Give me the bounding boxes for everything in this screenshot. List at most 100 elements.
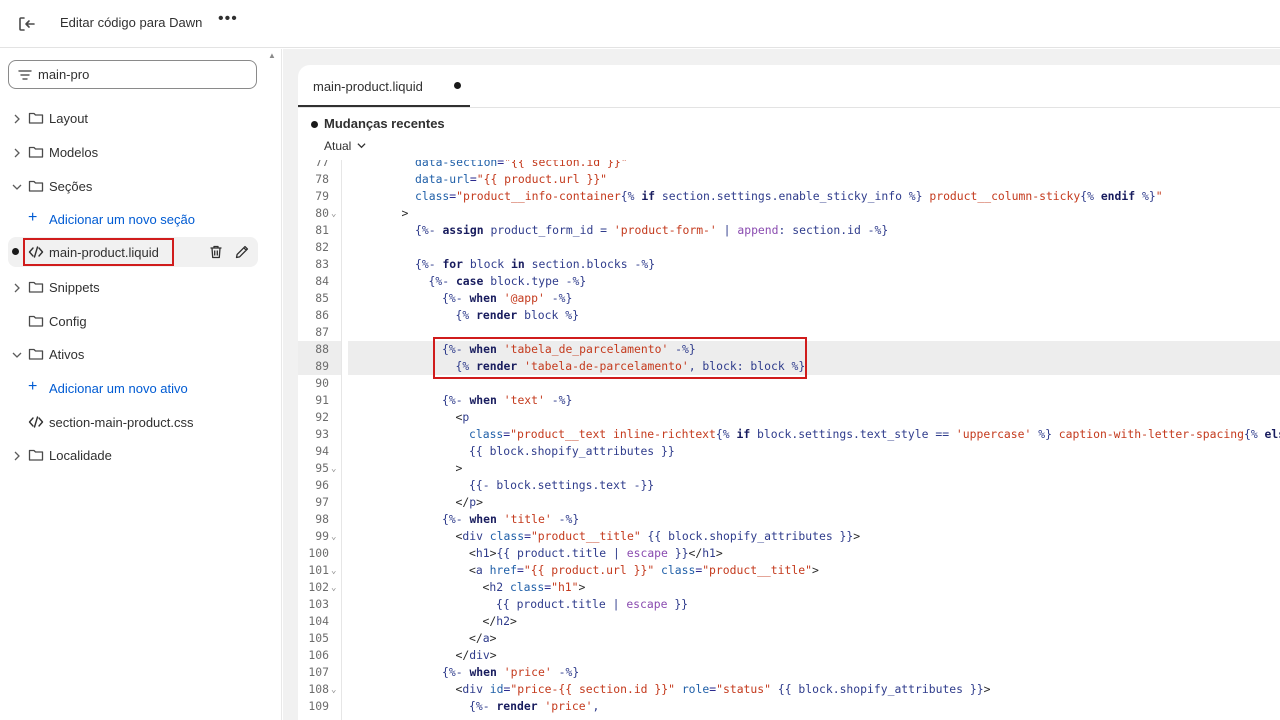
code-text: <p [455, 410, 470, 424]
folder-modelos[interactable]: Modelos [8, 137, 258, 167]
tab-label: main-product.liquid [313, 79, 423, 94]
code-line[interactable]: 109 {%- render 'price', [298, 698, 1280, 715]
code-line[interactable]: 105 </a> [298, 630, 1280, 647]
folder-label: Ativos [49, 347, 85, 362]
folder-layout[interactable]: Layout [8, 103, 258, 133]
code-text: <h2 class="h1"> [482, 580, 586, 594]
recent-changes-title: Mudanças recentes [324, 116, 445, 131]
fold-chevron-icon[interactable]: ⌄ [331, 682, 336, 699]
code-line[interactable]: 101 ⌄ <a href="{{ product.url }}" class="p… [298, 562, 1280, 579]
add-new-section-link[interactable]: + Adicionar um novo seção [8, 204, 258, 234]
code-text: <a href="{{ product.url }}" class="produ… [469, 563, 819, 577]
code-line[interactable]: 108 ⌄ <div id="price-{{ section.id }}" rol… [298, 681, 1280, 698]
line-number: 108 [308, 682, 329, 696]
scroll-up-arrow-icon[interactable]: ▲ [268, 51, 276, 60]
code-text: {%- when 'price' -%} [442, 665, 580, 679]
code-line[interactable]: 91 {%- when 'text' -%} [298, 392, 1280, 409]
code-line[interactable]: 99 ⌄ <div class="product__title" {{ block.… [298, 528, 1280, 545]
code-line[interactable]: 93 class="product__text inline-richtext{%… [298, 426, 1280, 443]
code-text: {%- when 'text' -%} [442, 393, 573, 407]
fold-chevron-icon[interactable]: ⌄ [331, 563, 336, 580]
code-line[interactable]: 100 <h1>{{ product.title | escape }}</h1> [298, 545, 1280, 562]
code-line[interactable]: 102 ⌄ <h2 class="h1"> [298, 579, 1280, 596]
tab-divider [298, 107, 1280, 108]
line-number: 91 [315, 393, 329, 407]
code-line[interactable]: 77 data-section="{{ section.id }}" [298, 160, 1280, 171]
highlight-annotation-box [23, 238, 174, 266]
version-select[interactable]: Atual [324, 139, 366, 153]
plus-icon: + [28, 378, 38, 395]
line-number: 99 [315, 529, 329, 543]
folder-ativos[interactable]: Ativos [8, 339, 258, 369]
file-search-input[interactable] [38, 64, 248, 85]
code-line[interactable]: 97 </p> [298, 494, 1280, 511]
file-label: section-main-product.css [49, 415, 194, 430]
plus-icon: + [28, 209, 38, 226]
add-section-label: Adicionar um novo seção [49, 212, 195, 227]
folder-localidade[interactable]: Localidade [8, 440, 258, 470]
code-text: </div> [455, 648, 497, 662]
tab-main-product-liquid[interactable]: main-product.liquid [298, 65, 470, 107]
code-line[interactable]: 106 </div> [298, 647, 1280, 664]
line-number: 89 [298, 358, 341, 375]
code-text: {%- case block.type -%} [428, 274, 587, 288]
code-line[interactable]: 82 [298, 239, 1280, 256]
fold-chevron-icon[interactable]: ⌄ [331, 580, 336, 597]
code-editor[interactable]: 77 data-section="{{ section.id }}" 78 data-… [298, 160, 1280, 720]
fold-chevron-icon[interactable]: ⌄ [331, 529, 336, 546]
code-line[interactable]: 80 ⌄ > [298, 205, 1280, 222]
fold-chevron-icon[interactable]: ⌄ [331, 206, 336, 223]
code-line[interactable]: 79 class="product__info-container{% if se… [298, 188, 1280, 205]
code-text: {{- block.settings.text -}} [469, 478, 655, 492]
folder-snippets[interactable]: Snippets [8, 272, 258, 302]
code-text: {{ product.title | escape }} [496, 597, 689, 611]
code-line[interactable]: 94 {{ block.shopify_attributes }} [298, 443, 1280, 460]
version-label: Atual [324, 139, 352, 153]
code-line[interactable]: 107 {%- when 'price' -%} [298, 664, 1280, 681]
line-number: 105 [308, 631, 329, 645]
code-line[interactable]: 95 ⌄ > [298, 460, 1280, 477]
folder-secoes[interactable]: Seções [8, 171, 258, 201]
code-line[interactable]: 96 {{- block.settings.text -}} [298, 477, 1280, 494]
file-search-box [8, 60, 257, 89]
line-number: 94 [315, 444, 329, 458]
code-text: </h2> [482, 614, 517, 628]
code-line[interactable]: 104 </h2> [298, 613, 1280, 630]
code-icon [28, 414, 44, 430]
line-number: 93 [315, 427, 329, 441]
pencil-icon[interactable] [234, 244, 250, 260]
page-title: Editar código para Dawn [60, 15, 203, 30]
add-new-asset-link[interactable]: + Adicionar um novo ativo [8, 373, 258, 403]
exit-icon[interactable] [14, 12, 38, 36]
code-text: > [455, 461, 463, 475]
code-text: {{ block.shopify_attributes }} [469, 444, 675, 458]
more-options-button[interactable]: ••• [218, 10, 240, 34]
code-line[interactable]: 78 data-url="{{ product.url }}" [298, 171, 1280, 188]
folder-config[interactable]: Config [8, 306, 258, 336]
code-line[interactable]: 92 <p [298, 409, 1280, 426]
unsaved-dot-icon [454, 82, 461, 89]
code-line[interactable]: 83 {%- for block in section.blocks -%} [298, 256, 1280, 273]
line-number: 96 [315, 478, 329, 492]
folder-label: Layout [49, 111, 89, 126]
line-number: 78 [315, 172, 329, 186]
line-number: 79 [315, 189, 329, 203]
line-number: 88 [298, 341, 341, 358]
file-actions [202, 244, 250, 263]
code-line[interactable]: 81 {%- assign product_form_id = 'product-… [298, 222, 1280, 239]
recent-changes-dot-icon [311, 121, 318, 128]
trash-icon[interactable] [208, 244, 224, 260]
line-number: 101 [308, 563, 329, 577]
file-section-main-product-css[interactable]: section-main-product.css [8, 407, 258, 437]
code-line[interactable]: 103 {{ product.title | escape }} [298, 596, 1280, 613]
code-text: </p> [455, 495, 483, 509]
code-text: class="product__info-container{% if sect… [415, 189, 1163, 203]
line-number: 103 [308, 597, 329, 611]
fold-chevron-icon[interactable]: ⌄ [331, 461, 336, 478]
code-line[interactable]: 84 {%- case block.type -%} [298, 273, 1280, 290]
code-line[interactable]: 86 {% render block %} [298, 307, 1280, 324]
code-line[interactable]: 98 {%- when 'title' -%} [298, 511, 1280, 528]
code-line[interactable]: 85 {%- when '@app' -%} [298, 290, 1280, 307]
code-text: class="product__text inline-richtext{% i… [469, 427, 1280, 441]
line-number: 106 [308, 648, 329, 662]
